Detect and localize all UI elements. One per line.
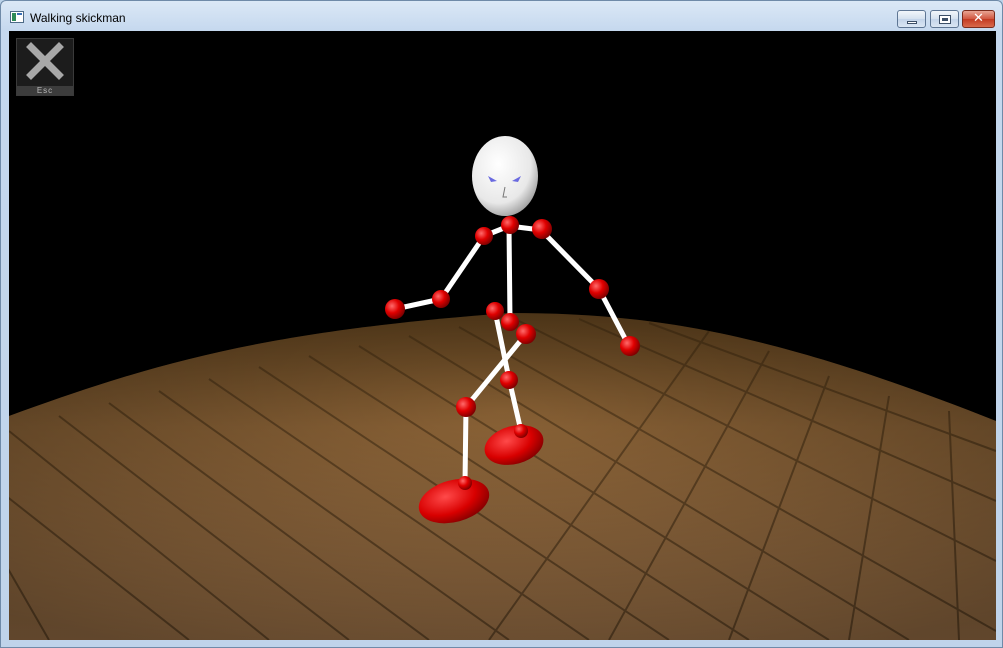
minimize-icon <box>907 21 917 24</box>
close-button[interactable]: ✕ <box>962 10 995 28</box>
minimize-button[interactable] <box>897 10 926 28</box>
3d-scene <box>9 136 996 640</box>
app-window: Walking skickman ✕ Esc <box>0 0 1003 648</box>
maximize-button[interactable] <box>930 10 959 28</box>
close-icon: ✕ <box>973 11 984 26</box>
title-bar[interactable]: Walking skickman ✕ <box>1 1 1002 31</box>
3d-viewport[interactable]: Esc <box>9 31 996 640</box>
esc-button[interactable]: Esc <box>16 38 74 96</box>
stickman-head <box>472 136 538 216</box>
window-title: Walking skickman <box>30 11 126 25</box>
close-x-icon <box>26 42 64 80</box>
app-icon <box>10 11 24 23</box>
maximize-icon <box>939 15 951 24</box>
esc-label: Esc <box>17 86 73 95</box>
